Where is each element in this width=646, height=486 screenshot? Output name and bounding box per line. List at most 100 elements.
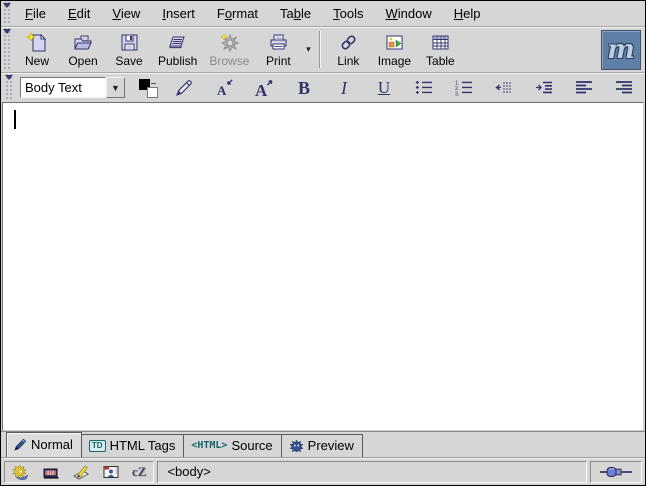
navigator-icon[interactable] [12,464,30,480]
bold-button[interactable]: B [292,76,316,100]
online-status-panel [590,461,642,483]
image-icon [383,31,406,54]
chatzilla-icon[interactable]: cZ [132,465,146,478]
italic-button[interactable]: I [332,76,356,100]
font-increase-button[interactable]: A [252,76,276,100]
save-icon [118,31,141,54]
main-toolbar: New Open Save [1,27,645,73]
editor-canvas[interactable] [2,102,644,431]
browse-button[interactable]: Browse [203,29,255,70]
element-path-body[interactable]: <body> [167,464,210,479]
tab-html-tags[interactable]: TD HTML Tags [81,434,184,457]
underline-button[interactable]: U [372,76,396,100]
new-label: New [25,55,49,68]
numbered-list-button[interactable]: 1. 2. 3. [452,76,476,100]
menu-window[interactable]: Window [375,2,443,25]
menu-tools[interactable]: Tools [322,2,374,25]
outdent-button[interactable] [492,76,516,100]
outdent-icon [494,79,514,96]
tab-html-tags-label: HTML Tags [110,438,176,453]
composer-icon[interactable] [72,464,90,480]
main-toolbar-grippy[interactable] [2,28,12,71]
print-group: Print ▾ [255,29,315,70]
publish-button[interactable]: Publish [152,29,203,70]
image-label: Image [378,55,411,68]
font-decrease-button[interactable]: A [212,76,236,100]
svg-text:3.: 3. [455,92,460,97]
table-label: Table [426,55,455,68]
svg-text:A: A [255,81,268,99]
table-icon [429,31,452,54]
browse-icon [218,31,241,54]
pen-tab-icon [14,438,27,451]
highlight-pen-button[interactable] [172,76,196,100]
throbber-icon[interactable]: m [601,30,641,70]
throbber-letter: m [607,37,635,63]
tab-preview-label: Preview [308,438,354,453]
chevron-down-icon[interactable]: ▼ [106,77,125,98]
edit-mode-tabbar: Normal TD HTML Tags <HTML> Source Previe… [1,431,645,457]
browse-label: Browse [209,55,249,68]
foreground-tick [151,83,156,84]
menu-format[interactable]: Format [206,2,269,25]
mail-icon[interactable] [42,464,60,480]
print-icon [267,31,290,54]
underline-icon: U [378,79,390,96]
element-path-panel: <body> [157,461,587,483]
menu-view[interactable]: View [101,2,151,25]
align-right-button[interactable] [612,76,636,100]
composer-window: File Edit View Insert Format Table Tools… [0,0,646,486]
open-label: Open [68,55,97,68]
background-color-swatch[interactable] [147,87,158,98]
align-left-icon [574,79,594,96]
td-badge-icon: TD [89,440,106,452]
link-button[interactable]: Link [325,29,371,70]
addressbook-icon[interactable] [102,464,120,480]
paragraph-format-value: Body Text [20,77,106,98]
publish-icon [166,31,189,54]
bullet-list-button[interactable] [412,76,436,100]
bullet-list-icon [414,79,434,96]
save-label: Save [115,55,142,68]
font-decrease-icon: A [212,77,236,99]
text-caret [14,110,16,129]
svg-text:A: A [217,83,227,98]
menubar: File Edit View Insert Format Table Tools… [1,1,645,27]
tab-normal[interactable]: Normal [6,432,82,457]
image-button[interactable]: Image [371,29,417,70]
paragraph-format-select[interactable]: Body Text ▼ [20,77,125,98]
tab-preview[interactable]: Preview [281,434,363,457]
highlight-pen-icon [174,78,194,98]
tab-normal-label: Normal [31,437,73,452]
menu-table[interactable]: Table [269,2,322,25]
toolbar-separator [319,31,321,68]
text-color-icon[interactable] [138,77,160,99]
link-label: Link [337,55,359,68]
open-button[interactable]: Open [60,29,106,70]
menubar-grippy[interactable] [2,2,12,25]
menu-edit[interactable]: Edit [57,2,101,25]
save-button[interactable]: Save [106,29,152,70]
indent-button[interactable] [532,76,556,100]
indent-icon [534,79,554,96]
new-page-icon [26,31,49,54]
align-left-button[interactable] [572,76,596,100]
new-button[interactable]: New [14,29,60,70]
numbered-list-icon: 1. 2. 3. [454,79,474,96]
menu-file[interactable]: File [14,2,57,25]
table-button[interactable]: Table [417,29,463,70]
html-badge-icon: <HTML> [191,440,227,451]
publish-label: Publish [158,55,197,68]
print-button[interactable]: Print [255,29,301,70]
menu-help[interactable]: Help [443,2,492,25]
print-label: Print [266,55,291,68]
format-toolbar-grippy[interactable] [4,74,14,101]
open-folder-icon [72,31,95,54]
link-icon [337,31,360,54]
online-plug-icon[interactable] [599,465,633,479]
menu-insert[interactable]: Insert [151,2,206,25]
tab-source[interactable]: <HTML> Source [183,434,281,457]
font-increase-icon: A [252,77,276,99]
print-dropdown-arrow[interactable]: ▾ [301,29,315,70]
preview-star-icon [289,439,304,452]
